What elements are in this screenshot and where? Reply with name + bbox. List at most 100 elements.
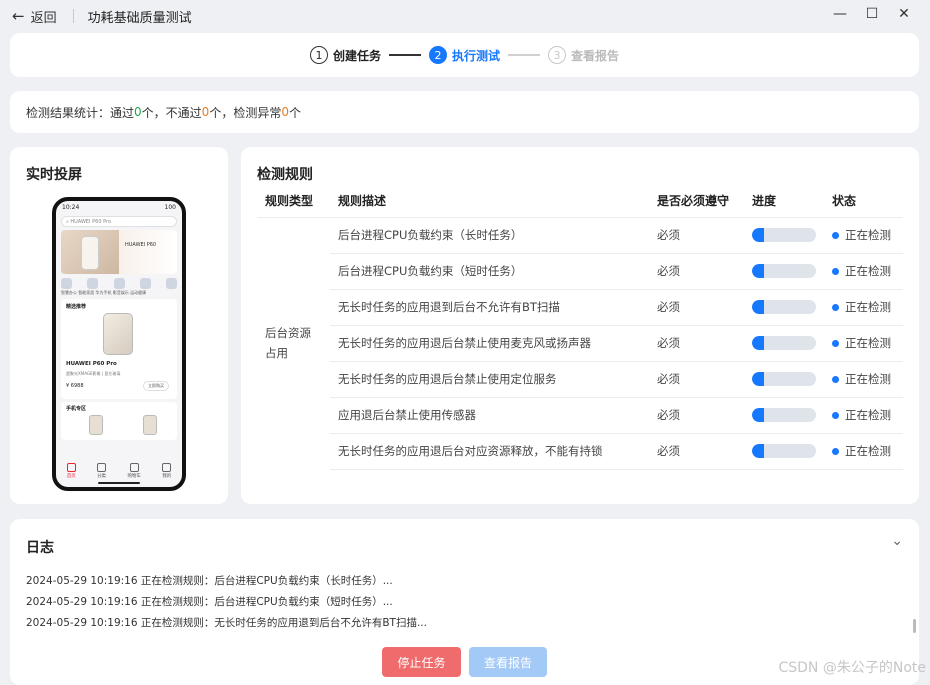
product-image xyxy=(103,313,133,355)
progress-bar xyxy=(752,372,816,386)
progress-fill xyxy=(752,336,764,350)
status-dot-icon xyxy=(832,375,839,383)
log-scrollbar[interactable] xyxy=(913,619,916,633)
table-row: 无长时任务的应用退到后台不允许有BT扫描 必须 正在检测 xyxy=(257,288,903,325)
rule-required: 必须 xyxy=(649,216,744,253)
rule-required: 必须 xyxy=(649,324,744,361)
phone-tab-cart: 购物车 xyxy=(127,463,141,479)
status-dot-icon xyxy=(832,231,839,239)
column-header: 规则描述 xyxy=(338,194,387,209)
fail-count: 0 xyxy=(201,105,210,119)
progress-bar xyxy=(752,408,816,422)
progress-stepper: 1 创建任务 2 执行测试 3 查看报告 xyxy=(10,33,919,77)
phone-screen[interactable]: 10:24 100 ⌕ HUAWEI P60 Pro HUAWEI P60 智慧… xyxy=(52,197,186,491)
table-row: 应用退后台禁止使用传感器 必须 正在检测 xyxy=(257,396,903,433)
chevron-down-icon[interactable]: ⌄ xyxy=(891,533,903,549)
status-dot-icon xyxy=(832,339,839,347)
window-controls: — ☐ ✕ xyxy=(824,6,920,22)
progress-fill xyxy=(752,228,764,242)
rule-progress-cell xyxy=(744,216,824,253)
column-header: 进度 xyxy=(752,194,777,209)
title-bar: ← 返回 功耗基础质量测试 — ☐ ✕ xyxy=(0,0,930,32)
phone-zone-card: 手机专区 xyxy=(61,402,177,440)
status-badge: 正在检测 xyxy=(832,299,903,315)
step-run-test: 2 执行测试 xyxy=(428,46,500,64)
arrow-left-icon: ← xyxy=(12,7,25,25)
rule-progress-cell xyxy=(744,432,824,470)
zone-device-image xyxy=(143,415,157,435)
rule-desc: 无长时任务的应用退后台对应资源释放，不能有持锁 xyxy=(330,432,649,470)
stats-text: 个，检测异常 xyxy=(209,105,282,120)
phone-tab-me: 我的 xyxy=(162,463,171,479)
minimize-icon[interactable]: — xyxy=(824,6,856,22)
progress-bar xyxy=(752,264,816,278)
rules-title: 检测规则 xyxy=(257,167,313,183)
error-count: 0 xyxy=(281,105,289,119)
screen-mirror-title: 实时投屏 xyxy=(26,167,82,183)
rule-required: 必须 xyxy=(649,432,744,470)
category-icon xyxy=(87,278,99,289)
pass-count: 0 xyxy=(134,105,142,119)
product-price: ¥ 6988 xyxy=(66,383,84,389)
rule-progress-cell xyxy=(744,288,824,325)
step-connector xyxy=(388,54,421,56)
title-divider xyxy=(72,9,74,23)
table-row: 无长时任务的应用退后台禁止使用麦克风或扬声器 必须 正在检测 xyxy=(257,324,903,361)
back-button[interactable]: ← 返回 xyxy=(12,7,57,26)
rule-progress-cell xyxy=(744,324,824,361)
category-icon xyxy=(61,278,72,289)
banner-text: HUAWEI P60 xyxy=(125,242,157,248)
rule-status-cell: 正在检测 xyxy=(824,288,903,325)
rule-desc: 无长时任务的应用退后台禁止使用麦克风或扬声器 xyxy=(330,324,649,361)
category-icon xyxy=(113,278,125,289)
status-badge: 正在检测 xyxy=(832,227,903,243)
stop-task-button[interactable]: 停止任务 xyxy=(382,647,461,677)
phone-tab-bar: 首页 分类 购物车 我的 xyxy=(56,463,182,479)
status-text: 正在检测 xyxy=(845,228,891,242)
rule-status-cell: 正在检测 xyxy=(824,324,903,361)
column-header: 状态 xyxy=(832,194,857,209)
status-dot-icon xyxy=(832,267,839,275)
table-header-row: 规则类型 规则描述 是否必须遵守 进度 状态 xyxy=(257,185,903,217)
progress-fill xyxy=(752,408,764,422)
step-label: 创建任务 xyxy=(332,48,381,63)
phone-banner: HUAWEI P60 xyxy=(61,230,177,274)
status-badge: 正在检测 xyxy=(832,371,903,387)
step-label: 执行测试 xyxy=(451,48,500,63)
progress-bar xyxy=(752,228,816,242)
status-badge: 正在检测 xyxy=(832,335,903,351)
stats-text: 个 xyxy=(288,105,301,120)
product-desc: 超聚光XMAGE影像 | 昆仑玻璃 xyxy=(66,371,121,376)
result-stats: 检测结果统计：通过 0 个，不通过 0 个，检测异常 0 个 xyxy=(10,91,919,133)
phone-category-icons xyxy=(61,278,177,289)
table-row: 无长时任务的应用退后台对应资源释放，不能有持锁 必须 正在检测 xyxy=(257,432,903,470)
close-icon[interactable]: ✕ xyxy=(888,6,920,22)
category-icon xyxy=(139,278,151,289)
rule-desc: 应用退后台禁止使用传感器 xyxy=(330,396,649,433)
watermark: CSDN @朱公子的Note xyxy=(778,660,926,676)
step-view-report: 3 查看报告 xyxy=(548,46,619,64)
rule-desc: 后台进程CPU负载约束（长时任务） xyxy=(330,216,649,253)
category-labels: 智慧办公 智能家居 华为手机 影音娱乐 运动健康 xyxy=(61,290,147,295)
rule-progress-cell xyxy=(744,396,824,433)
progress-bar xyxy=(752,300,816,314)
stats-prefix: 检测结果统计：通过 xyxy=(26,105,135,120)
status-text: 正在检测 xyxy=(845,408,891,422)
status-text: 正在检测 xyxy=(845,264,891,278)
status-dot-icon xyxy=(832,411,839,419)
progress-fill xyxy=(752,264,764,278)
rule-progress-cell xyxy=(744,252,824,289)
progress-fill xyxy=(752,300,764,314)
window-title: 功耗基础质量测试 xyxy=(87,10,192,26)
maximize-icon[interactable]: ☐ xyxy=(856,6,888,22)
phone-search-bar: ⌕ HUAWEI P60 Pro xyxy=(61,216,177,227)
rule-required: 必须 xyxy=(649,396,744,433)
banner-image xyxy=(61,230,119,274)
table-row: 无长时任务的应用退后台禁止使用定位服务 必须 正在检测 xyxy=(257,360,903,397)
view-report-button[interactable]: 查看报告 xyxy=(469,647,547,677)
log-line: 2024-05-29 10:19:16 正在检测规则：无长时任务的应用退到后台不… xyxy=(26,617,427,629)
status-text: 正在检测 xyxy=(845,300,891,314)
progress-bar xyxy=(752,444,816,458)
stats-text: 个，不通过 xyxy=(141,105,202,120)
status-badge: 正在检测 xyxy=(832,407,903,423)
